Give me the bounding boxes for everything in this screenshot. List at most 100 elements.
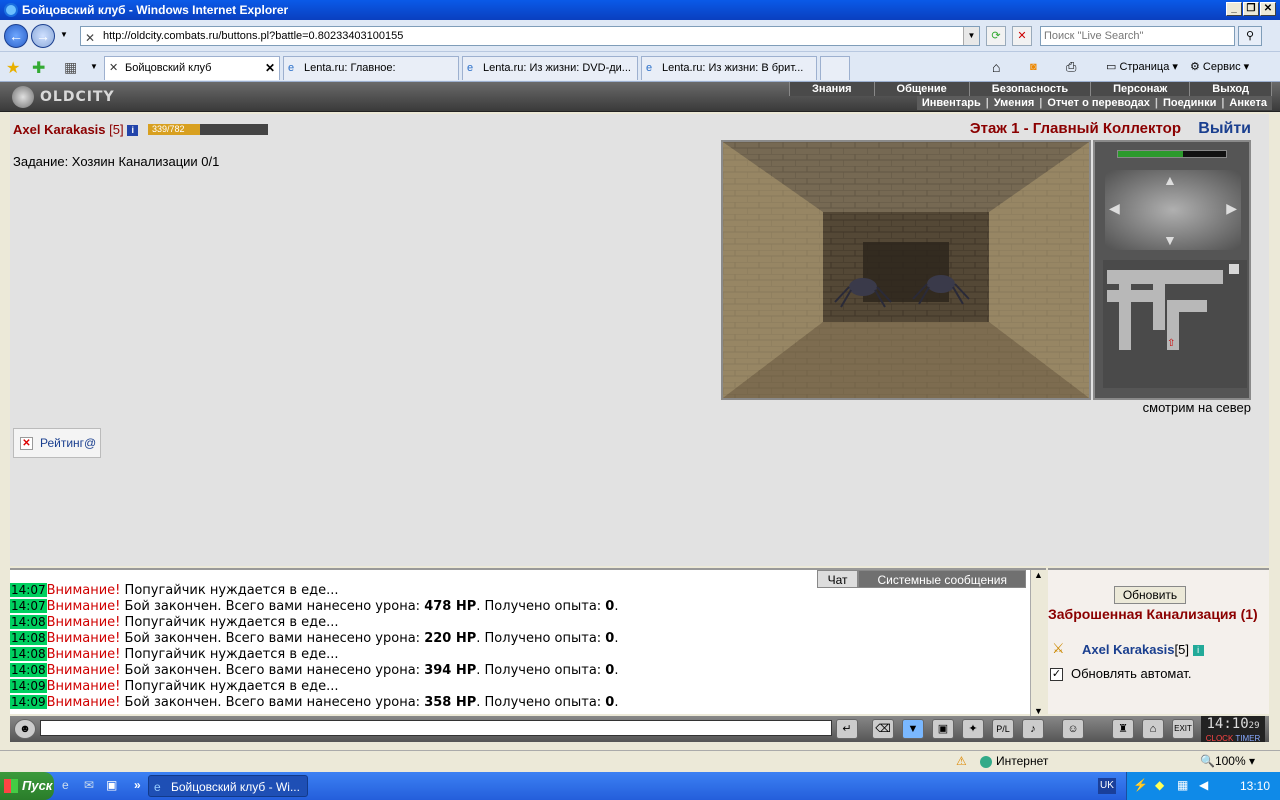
history-dropdown-icon[interactable]: ▼: [60, 30, 68, 39]
back-button[interactable]: ←: [4, 24, 28, 48]
menu-exit[interactable]: Выход: [1190, 82, 1272, 96]
tray-network-icon[interactable]: ⚡: [1133, 778, 1148, 792]
sound-icon[interactable]: ♪: [1022, 719, 1044, 739]
auto-refresh-checkbox[interactable]: ✓: [1050, 668, 1063, 682]
add-favorite-icon[interactable]: ✚: [32, 58, 45, 78]
back-arrow-icon[interactable]: ▼: [1163, 232, 1177, 248]
home-icon[interactable]: ⌂: [992, 58, 1000, 76]
globe-icon: [980, 755, 992, 768]
navigation-compass[interactable]: ▲ ◀ ▶ ▼: [1105, 170, 1241, 250]
send-icon[interactable]: ↵: [836, 719, 858, 739]
tab-label: Lenta.ru: Из жизни: В брит...: [662, 62, 804, 74]
chat-message: 14:07Внимание! Бой закончен. Всего вами …: [10, 598, 1030, 614]
turn-left-icon[interactable]: ◀: [1109, 200, 1120, 217]
save-icon[interactable]: ▣: [932, 719, 954, 739]
menu-knowledge[interactable]: Знания: [790, 82, 875, 96]
tab-lenta-brit[interactable]: e Lenta.ru: Из жизни: В брит...: [641, 56, 817, 80]
chat-scrollbar[interactable]: ▲ ▼: [1030, 570, 1046, 716]
tools-menu-button[interactable]: ⚙ Сервис ▾: [1190, 58, 1249, 76]
scroll-down-icon[interactable]: ▼: [1034, 706, 1043, 716]
chat-input[interactable]: [40, 720, 832, 736]
taskbar-item-ie[interactable]: e Бойцовский клуб - Wi...: [148, 775, 308, 797]
page-menu-button[interactable]: ▭ Страница ▾: [1106, 58, 1178, 76]
dungeon-viewport[interactable]: [721, 140, 1091, 400]
chat-message: 14:08Внимание! Бой закончен. Всего вами …: [10, 630, 1030, 646]
exit-door-icon[interactable]: EXIT: [1172, 719, 1194, 739]
favorites-star-icon[interactable]: ★: [6, 58, 20, 78]
auto-refresh-row[interactable]: ✓ Обновлять автомат.: [1050, 666, 1191, 682]
forward-arrow-icon[interactable]: ▲: [1163, 172, 1177, 188]
search-input[interactable]: Поиск "Live Search": [1040, 26, 1235, 46]
search-icon[interactable]: ⚲: [1238, 26, 1262, 46]
menu-battles[interactable]: Поединки: [1158, 96, 1221, 110]
maximize-button[interactable]: ❐: [1243, 2, 1259, 16]
menu-security[interactable]: Безопасность: [970, 82, 1092, 96]
feeds-icon[interactable]: ◙: [1030, 58, 1037, 76]
address-dropdown-icon[interactable]: ▼: [963, 27, 979, 45]
info-icon[interactable]: i: [1192, 645, 1204, 657]
ie-page-icon: e: [467, 62, 474, 74]
tab-close-icon[interactable]: ✕: [265, 57, 275, 79]
smiley-icon[interactable]: ☺: [1062, 719, 1084, 739]
chat-warning: Внимание!: [46, 679, 121, 694]
scroll-up-icon[interactable]: ▲: [1034, 570, 1043, 580]
menu-profile[interactable]: Анкета: [1224, 96, 1272, 110]
tab-lenta-dvd[interactable]: e Lenta.ru: Из жизни: DVD-ди...: [462, 56, 638, 80]
chat-text: .: [614, 599, 619, 614]
clear-icon[interactable]: ⌫: [872, 719, 894, 739]
quicklaunch-ie-icon[interactable]: e: [62, 778, 69, 792]
tray-monitor-icon[interactable]: ▦: [1177, 778, 1188, 792]
player-entry[interactable]: ⚔ Axel Karakasis[5] i: [1052, 640, 1204, 657]
menu-transfer-report[interactable]: Отчет о переводах: [1042, 96, 1155, 110]
menu-skills[interactable]: Умения: [989, 96, 1039, 110]
print-icon[interactable]: ⎙: [1066, 58, 1076, 76]
lock-icon[interactable]: ⌂: [1142, 719, 1164, 739]
fighter-icon[interactable]: ✦: [962, 719, 984, 739]
rating-link[interactable]: ✕ Рейтинг@: [13, 428, 101, 458]
broken-image-icon: ✕: [20, 437, 33, 450]
menu-character[interactable]: Персонаж: [1091, 82, 1191, 96]
new-tab-button[interactable]: [820, 56, 850, 80]
zoom-level[interactable]: 🔍100% ▾: [1200, 754, 1255, 768]
tray-clock[interactable]: 13:10: [1240, 772, 1270, 800]
exit-link[interactable]: Выйти: [1198, 120, 1251, 138]
bag-icon[interactable]: ♜: [1112, 719, 1134, 739]
start-button[interactable]: Пуск: [0, 772, 54, 800]
tab-lenta-main[interactable]: e Lenta.ru: Главное:: [283, 56, 459, 80]
quicklaunch-more-icon[interactable]: »: [134, 778, 141, 792]
game-menu-bottom: Инвентарь | Умения | Отчет о переводах | По…: [916, 96, 1272, 110]
refresh-button[interactable]: Обновить: [1114, 586, 1186, 604]
tray-volume-icon[interactable]: ◀: [1199, 778, 1208, 792]
refresh-icon[interactable]: ⟳: [986, 26, 1006, 46]
chat-text: . Получено опыта:: [476, 663, 606, 678]
game-header: OLDCITY Знания Общение Безопасность Перс…: [0, 82, 1280, 112]
game-logo: OLDCITY: [12, 86, 115, 108]
close-window-button[interactable]: ✕: [1260, 2, 1276, 16]
info-icon[interactable]: i: [127, 125, 139, 137]
address-row: ← → ▼ ✕ http://oldcity.combats.ru/button…: [0, 20, 1280, 52]
tab-list-dropdown-icon[interactable]: ▼: [90, 62, 98, 71]
chat-head-icon[interactable]: ☻: [14, 719, 36, 739]
chat-message: 14:08Внимание! Бой закончен. Всего вами …: [10, 662, 1030, 678]
menu-inventory[interactable]: Инвентарь: [917, 96, 986, 110]
quick-tabs-icon[interactable]: ▦: [64, 59, 77, 76]
tray-antivirus-icon[interactable]: ◆: [1155, 778, 1164, 792]
stop-icon[interactable]: ✕: [1012, 26, 1032, 46]
character-name[interactable]: Axel Karakasis [5] i: [13, 122, 139, 137]
language-indicator[interactable]: UK: [1098, 778, 1116, 794]
turn-right-icon[interactable]: ▶: [1226, 200, 1237, 217]
quicklaunch-app-icon[interactable]: ▣: [106, 778, 117, 792]
pl-icon[interactable]: P/L: [992, 719, 1014, 739]
menu-communication[interactable]: Общение: [875, 82, 970, 96]
address-text: http://oldcity.combats.ru/buttons.pl?bat…: [103, 30, 404, 42]
attack-icon[interactable]: ⚔: [1052, 640, 1065, 657]
chat-experience: 0: [605, 695, 615, 710]
tab-fight-club[interactable]: ✕ Бойцовский клуб ✕: [104, 56, 280, 80]
minimize-button[interactable]: _: [1226, 2, 1242, 16]
address-input[interactable]: ✕ http://oldcity.combats.ru/buttons.pl?b…: [80, 26, 980, 46]
filter-icon[interactable]: ▼: [902, 719, 924, 739]
chat-warning: Внимание!: [46, 631, 121, 646]
game-main: Axel Karakasis [5] i 339/782 Задание: Хо…: [10, 114, 1269, 566]
quicklaunch-outlook-icon[interactable]: ✉: [84, 778, 94, 792]
forward-button[interactable]: →: [31, 24, 55, 48]
